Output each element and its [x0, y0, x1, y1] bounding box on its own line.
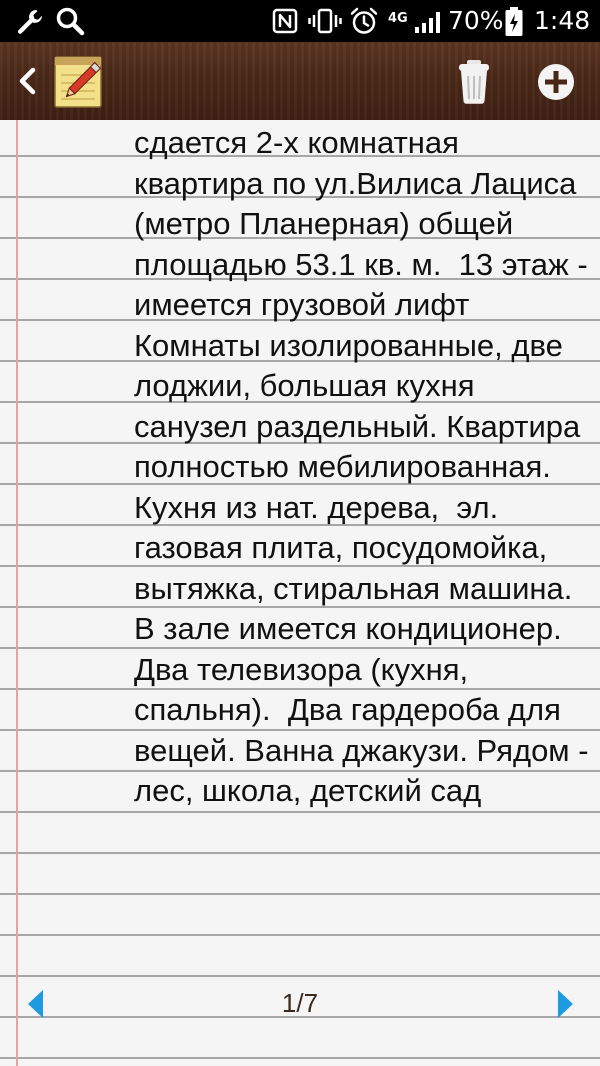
nfc-icon — [272, 8, 298, 34]
next-page-button[interactable] — [553, 986, 577, 1022]
vibrate-icon — [308, 8, 342, 34]
triangle-left-icon — [28, 990, 43, 1018]
status-bar: 4G 70% 1:48 — [0, 0, 600, 42]
battery-percent: 70% — [448, 6, 504, 35]
wrench-icon — [17, 10, 43, 34]
app-icon-button[interactable] — [52, 53, 104, 109]
battery-icon — [505, 7, 523, 36]
signal-icon — [415, 12, 440, 33]
network-type: 4G — [388, 11, 408, 26]
back-button[interactable] — [6, 56, 50, 106]
notepad-page: сдается 2-х комнатная квартира по ул.Вил… — [0, 120, 600, 1066]
clock: 1:48 — [534, 6, 591, 35]
triangle-right-icon — [558, 990, 573, 1018]
chevron-left-icon — [19, 67, 36, 95]
note-text[interactable]: сдается 2-х комнатная квартира по ул.Вил… — [134, 123, 596, 812]
prev-page-button[interactable] — [24, 986, 48, 1022]
plus-circle-icon — [538, 64, 574, 100]
alarm-icon — [350, 7, 378, 34]
note-viewport[interactable]: сдается 2-х комнатная квартира по ул.Вил… — [0, 120, 600, 938]
trash-icon — [459, 60, 489, 104]
add-note-button[interactable] — [535, 61, 577, 103]
search-icon — [56, 7, 85, 36]
page-indicator: 1/7 — [281, 988, 319, 1018]
toolbar — [0, 42, 600, 120]
delete-button[interactable] — [452, 56, 496, 108]
notepad-pencil-icon — [54, 56, 102, 108]
